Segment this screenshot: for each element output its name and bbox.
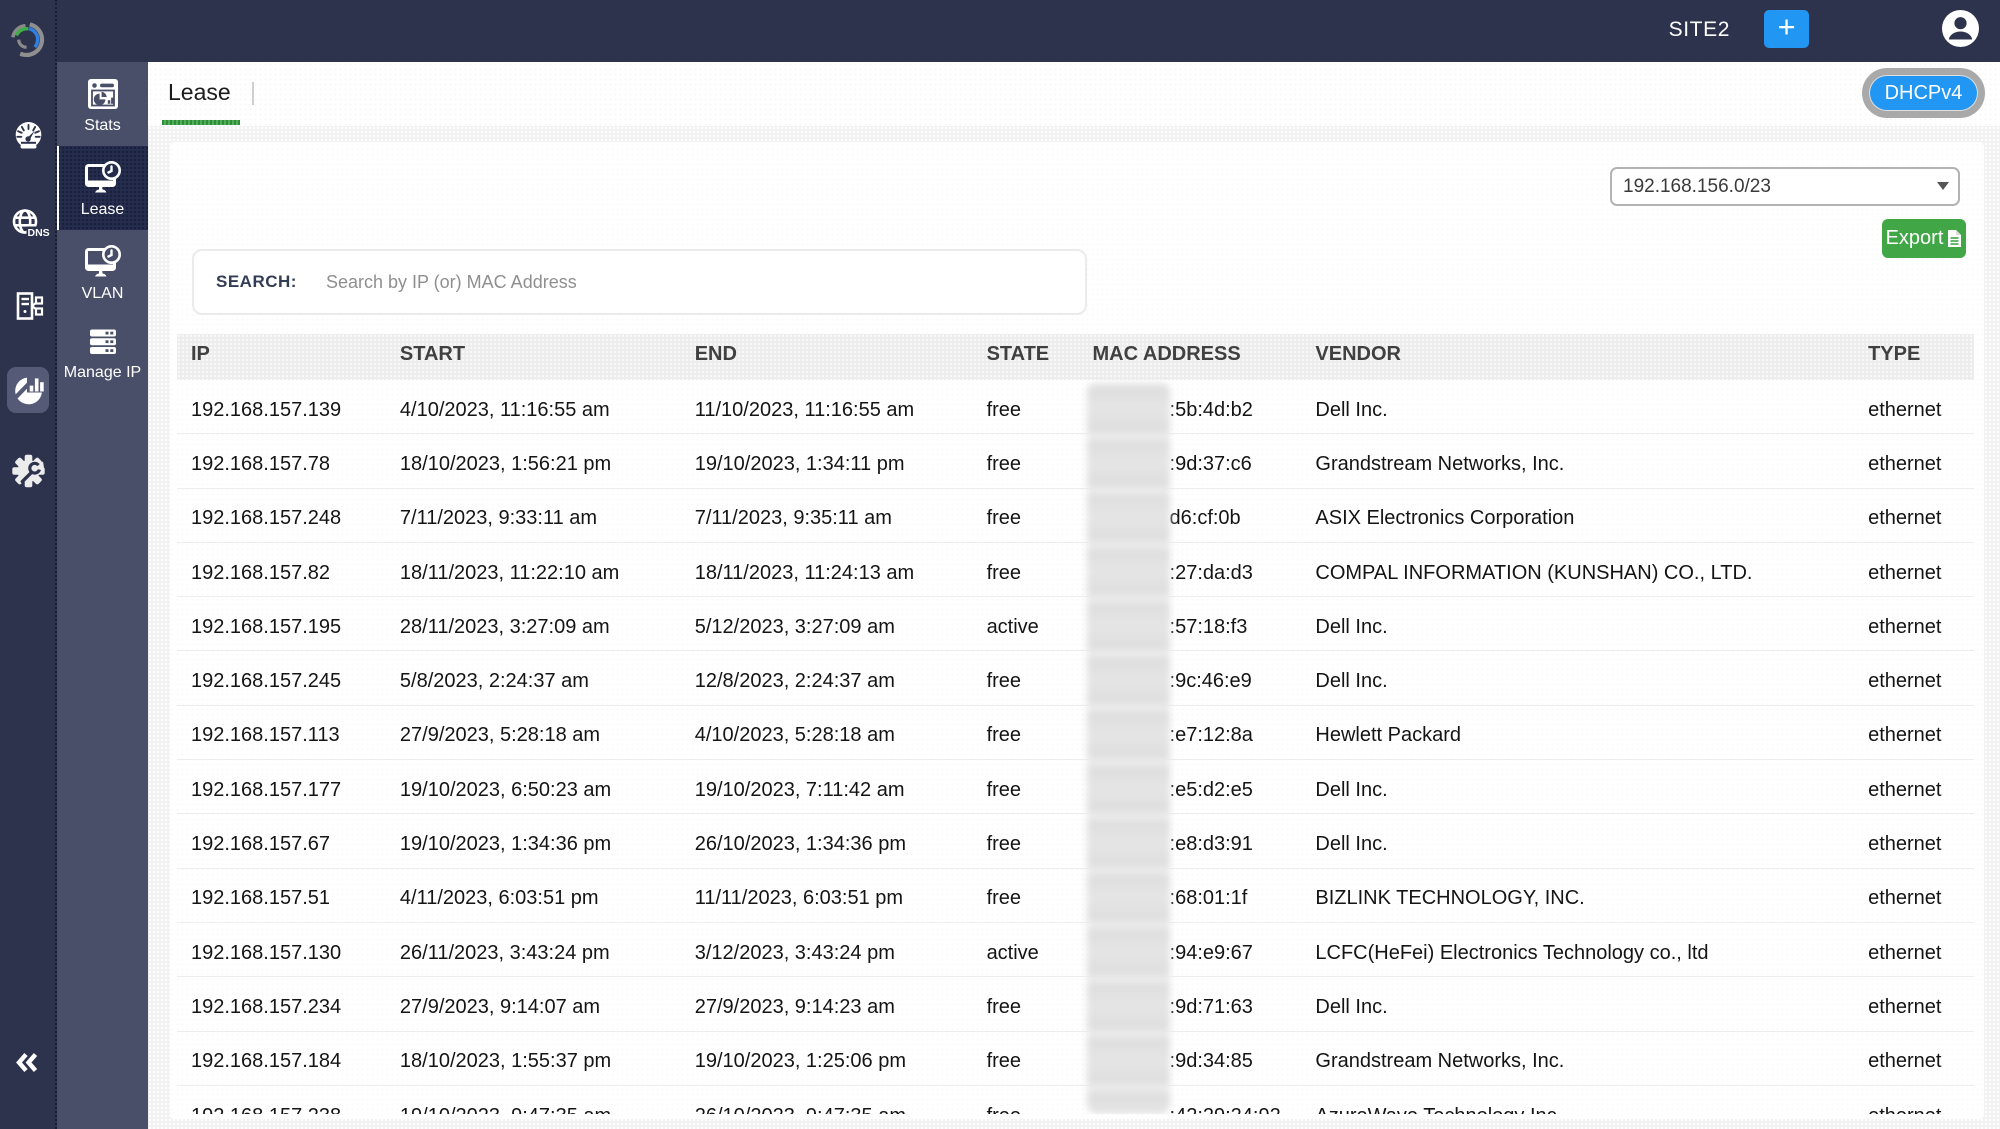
svg-text:DNS: DNS (28, 227, 50, 239)
